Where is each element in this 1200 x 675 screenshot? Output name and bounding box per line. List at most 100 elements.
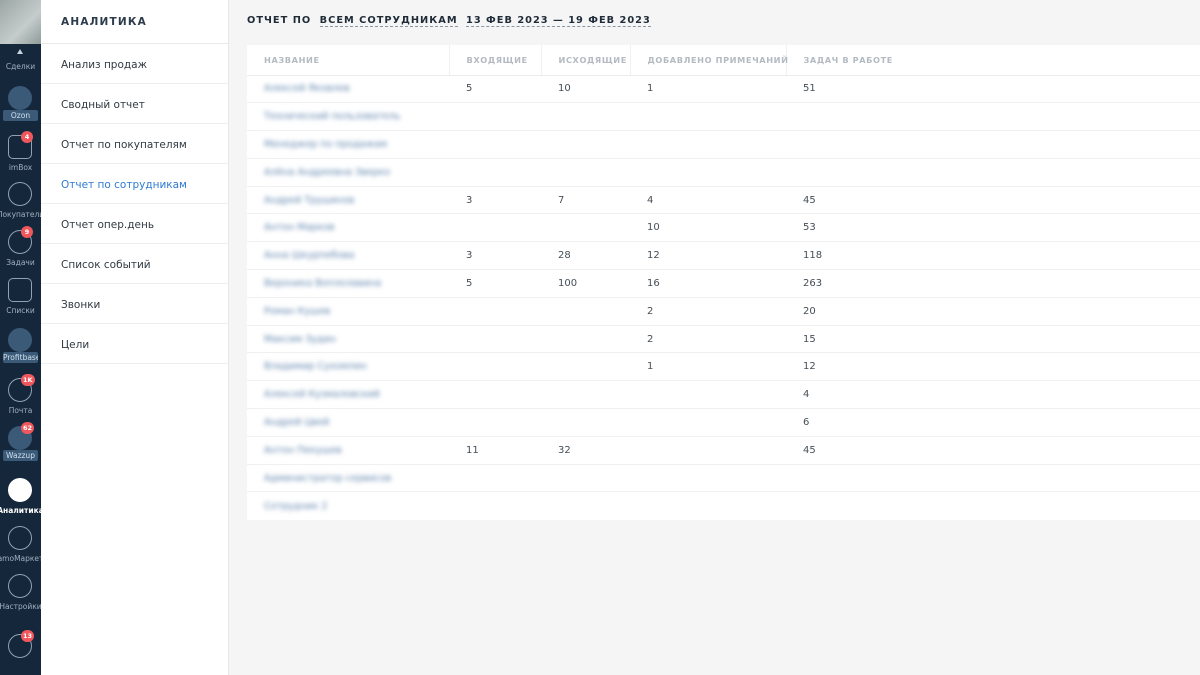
employee-name-cell[interactable]: Анна Шкурпебова [247, 241, 449, 271]
value-cell [630, 436, 786, 465]
value-cell [786, 158, 1200, 187]
employee-name-cell[interactable]: Андрей Цвей [247, 408, 449, 437]
value-cell [630, 102, 786, 132]
employee-name-cell[interactable]: Сотрудник 2 [247, 492, 449, 520]
value-cell: 3 [449, 186, 541, 215]
nav-label: Настройки [0, 602, 42, 611]
value-cell: 100 [541, 269, 630, 298]
nav-item-profitbase[interactable]: Profitbase [0, 326, 41, 370]
value-cell [449, 464, 541, 493]
table-row[interactable]: Алексей Яковлев 5 10 1 51 [247, 75, 1200, 104]
nav-item-wazzup[interactable]: 62 Wazzup [0, 422, 41, 468]
value-cell [449, 325, 541, 354]
report-period-selector[interactable]: 13 ФЕВ 2023 — 19 ФЕВ 2023 [466, 15, 651, 27]
table-row[interactable]: Анна Шкурпебова 3 28 12 118 [247, 241, 1200, 271]
employee-name-cell[interactable]: Антон Пекушев [247, 436, 449, 465]
submenu-title: АНАЛИТИКА [41, 0, 228, 44]
nav-label: imBox [8, 163, 33, 172]
nav-item-customers[interactable]: Покупатели [0, 180, 44, 224]
value-cell: 32 [541, 436, 630, 465]
submenu-item[interactable]: Анализ продаж [41, 44, 228, 84]
nav-item-imbox[interactable]: 4 imBox [0, 131, 41, 177]
table-row[interactable]: Вероника Воплолавина 5 100 16 263 [247, 269, 1200, 298]
employee-name-cell[interactable]: Вероника Воплолавина [247, 269, 449, 298]
value-cell: 6 [786, 408, 1200, 437]
value-cell [541, 408, 630, 437]
value-cell [541, 297, 630, 326]
report-scope-selector[interactable]: ВСЕМ СОТРУДНИКАМ [319, 15, 458, 27]
table-row[interactable]: Сотрудник 2 [247, 492, 1200, 520]
employee-name-cell[interactable]: Алексей Яковлев [247, 75, 449, 104]
submenu-item[interactable]: Отчет по сотрудникам [41, 164, 228, 204]
employee-name-cell[interactable]: Технический пользователь [247, 102, 449, 132]
value-cell [541, 352, 630, 382]
table-row[interactable]: Антон Марков 10 53 [247, 213, 1200, 243]
submenu-item[interactable]: Отчет опер.день [41, 204, 228, 244]
employee-name-cell[interactable]: Администратор сервисов [247, 464, 449, 493]
employee-name-cell[interactable]: Алексей Кузмаловский [247, 380, 449, 410]
nav-label: Задачи [6, 258, 35, 267]
column-header[interactable]: ЗАДАЧ В РАБОТЕ [786, 45, 1200, 76]
column-header[interactable]: ДОБАВЛЕНО ПРИМЕЧАНИЙ [630, 45, 788, 76]
nav-item-notifications[interactable]: 13 [0, 630, 41, 675]
app-window: Сделки Ozon 4 imBox Покупатели 9 Задачи Списки P… [0, 0, 1200, 675]
value-cell: 45 [786, 186, 1200, 215]
employee-name-cell[interactable]: Владимир Сухомлин [247, 352, 449, 382]
table-row[interactable]: Технический пользователь [247, 102, 1200, 132]
table-row[interactable]: Роман Кушев 2 20 [247, 297, 1200, 326]
employee-name-cell[interactable]: Антон Марков [247, 213, 449, 243]
user-avatar[interactable] [0, 0, 41, 44]
nav-item-deals[interactable]: Сделки [0, 44, 41, 88]
value-cell [449, 158, 541, 187]
table-row[interactable]: Антон Пекушев 11 32 45 [247, 436, 1200, 465]
table-row[interactable]: Андрей Цвей 6 [247, 408, 1200, 437]
employee-name-cell[interactable]: Менеджер по продажам [247, 130, 449, 159]
nav-item-settings[interactable]: Настройки [0, 572, 42, 616]
nav-label: Wazzup [3, 450, 38, 461]
employee-name-cell[interactable]: Алёна Андреевна Зверко [247, 158, 449, 187]
table-row[interactable]: Алёна Андреевна Зверко [247, 158, 1200, 187]
table-row[interactable]: Владимир Сухомлин 1 12 [247, 352, 1200, 382]
value-cell: 20 [786, 297, 1200, 326]
nav-item-amomarket[interactable]: amoМаркет [0, 524, 43, 568]
table-row[interactable]: Алексей Кузмаловский 4 [247, 380, 1200, 410]
table-row[interactable]: Менеджер по продажам [247, 130, 1200, 159]
submenu-item[interactable]: Звонки [41, 284, 228, 324]
nav-item-tasks[interactable]: 9 Задачи [0, 226, 41, 272]
list-icon [8, 278, 32, 302]
submenu-item[interactable]: Список событий [41, 244, 228, 284]
value-cell: 7 [541, 186, 630, 215]
value-cell [541, 213, 630, 243]
main-content: ОТЧЕТ ПО ВСЕМ СОТРУДНИКАМ 13 ФЕВ 2023 — … [229, 0, 1200, 675]
table-row[interactable]: Администратор сервисов [247, 464, 1200, 493]
table-row[interactable]: Андрей Трушинов 3 7 4 45 [247, 186, 1200, 215]
nav-item-lists[interactable]: Списки [0, 276, 41, 320]
value-cell: 45 [786, 436, 1200, 465]
nav-item-analytics[interactable]: Аналитика [0, 476, 44, 520]
nav-label: Ozon [3, 110, 38, 121]
report-header: ОТЧЕТ ПО ВСЕМ СОТРУДНИКАМ 13 ФЕВ 2023 — … [247, 15, 651, 27]
employee-name-cell[interactable]: Андрей Трушинов [247, 186, 449, 215]
submenu-item[interactable]: Отчет по покупателям [41, 124, 228, 164]
employee-name-cell[interactable]: Максим Зудин [247, 325, 449, 354]
value-cell [786, 130, 1200, 159]
table-row[interactable]: Максим Зудин 2 15 [247, 325, 1200, 354]
value-cell [541, 325, 630, 354]
main-navigation: Сделки Ozon 4 imBox Покупатели 9 Задачи Списки P… [0, 0, 44, 675]
nav-item-mail[interactable]: 1K Почта [0, 374, 41, 420]
market-icon [8, 526, 32, 550]
value-cell [449, 352, 541, 382]
value-cell [786, 492, 1200, 520]
value-cell: 15 [786, 325, 1200, 354]
nav-item-ozon[interactable]: Ozon [0, 84, 41, 128]
column-header[interactable]: НАЗВАНИЕ [247, 45, 450, 76]
value-cell [630, 130, 786, 159]
column-header[interactable]: ВХОДЯЩИЕ [449, 45, 542, 76]
value-cell: 2 [630, 325, 786, 354]
submenu-item[interactable]: Цели [41, 324, 228, 364]
employee-name-cell[interactable]: Роман Кушев [247, 297, 449, 326]
column-header[interactable]: ИСХОДЯЩИЕ [541, 45, 631, 76]
nav-badge: 9 [21, 226, 33, 238]
value-cell [630, 408, 786, 437]
submenu-item[interactable]: Сводный отчет [41, 84, 228, 124]
